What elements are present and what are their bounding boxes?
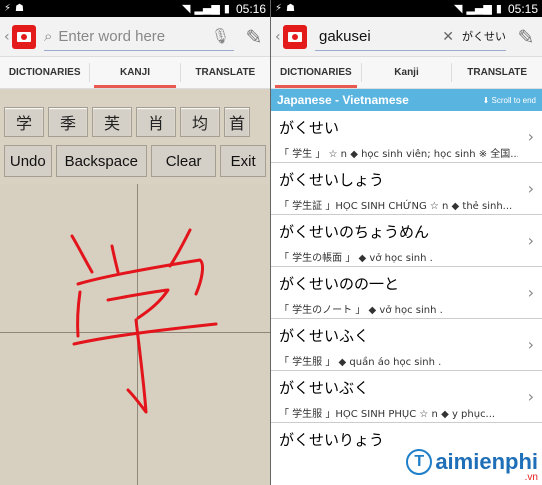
list-item[interactable]: がくせいのちょうめん 「 学生の帳面 」 ◆ vở học sinh . › (271, 215, 542, 267)
entry-meaning: 「 学生のノート 」 ◆ vở học sinh . (279, 305, 443, 316)
list-item[interactable]: がくせいぶく 「 学生服 」HỌC SINH PHỤC ☆ n ◆ y phục… (271, 371, 542, 423)
tab-bar: DICTIONARIES KANJI TRANSLATE (0, 57, 270, 89)
tab-kanji[interactable]: Kanji (362, 57, 452, 88)
tab-bar: DICTIONARIES Kanji TRANSLATE (271, 57, 542, 89)
chevron-right-icon: › (527, 179, 534, 198)
backspace-button[interactable]: Backspace (55, 145, 147, 177)
microphone-icon[interactable]: 🎙︎ (211, 27, 230, 45)
pencil-icon[interactable]: ✎ (242, 25, 266, 49)
chevron-right-icon: › (527, 231, 534, 250)
result-list: がくせい 「 学生 」 ☆ n ◆ học sinh viên; học sin… (271, 111, 542, 475)
search-value: gakusei (319, 27, 371, 45)
clear-search-icon[interactable]: ✕ (442, 28, 454, 45)
list-item[interactable]: がくせいふく 「 学生服 」 ◆ quần áo học sinh . › (271, 319, 542, 371)
search-icon: ⌕ (44, 27, 53, 45)
handwritten-stroke (70, 228, 218, 414)
search-placeholder: Enter word here (58, 27, 166, 45)
scroll-hint-label: Scroll to end (491, 95, 536, 105)
tab-dictionaries[interactable]: DICTIONARIES (271, 57, 361, 88)
handwriting-canvas[interactable] (0, 184, 270, 485)
signal-icon: ▂▄▆ (466, 2, 492, 15)
android-icon: ☗ (15, 3, 24, 14)
list-item[interactable]: がくせいしょう 「 学生証 」HỌC SINH CHỨNG ☆ n ◆ thẻ … (271, 163, 542, 215)
list-item[interactable]: がくせいのの一と 「 学生のノート 」 ◆ vở học sinh . › (271, 267, 542, 319)
chevron-right-icon: › (527, 127, 534, 146)
entry-meaning: 「 学生の帳面 」 ◆ vở học sinh . (279, 253, 433, 264)
exit-button[interactable]: Exit (220, 145, 266, 177)
watermark-logo-icon: T (406, 449, 433, 475)
pencil-icon[interactable]: ✎ (514, 25, 538, 49)
clear-button[interactable]: Clear (150, 145, 217, 177)
entry-meaning: 「 学生服 」HỌC SINH PHỤC ☆ n ◆ y phục... (279, 409, 496, 420)
action-bar: ‹ gakusei ✕ がくせい ✎ (271, 17, 542, 57)
app-logo-icon[interactable] (12, 24, 36, 49)
search-input[interactable]: gakusei ✕ がくせい (315, 23, 506, 51)
scroll-to-end-button[interactable]: ⬇ Scroll to end (483, 96, 536, 105)
tab-dictionaries[interactable]: DICTIONARIES (0, 57, 89, 88)
tab-translate[interactable]: TRANSLATE (452, 57, 542, 88)
list-item[interactable]: がくせい 「 学生 」 ☆ n ◆ học sinh viên; học sin… (271, 111, 542, 163)
back-chevron-icon[interactable]: ‹ (275, 29, 283, 45)
dictionary-title: Japanese - Vietnamese (277, 93, 409, 107)
status-bar: ⚡ ☗ ◥ ▂▄▆ ▮ 05:16 (0, 0, 270, 17)
watermark: T aimienphi .vn (406, 449, 538, 483)
kanji-candidate[interactable]: 学 (4, 107, 44, 137)
battery-icon: ▮ (495, 2, 502, 15)
entry-word: がくせいしょう (279, 171, 385, 189)
entry-word: がくせい (279, 119, 340, 137)
tab-translate[interactable]: TRANSLATE (181, 57, 270, 88)
search-input[interactable]: ⌕ Enter word here 🎙︎ (44, 23, 234, 51)
kanji-candidate[interactable]: 季 (48, 107, 88, 137)
kanji-candidate-row: 学 季 芙 肖 均 首 (0, 89, 270, 137)
search-suggestion: がくせい (462, 31, 506, 43)
watermark-brand: aimienphi (435, 449, 538, 474)
entry-meaning: 「 学生証 」HỌC SINH CHỨNG ☆ n ◆ thẻ sinh... (279, 201, 513, 212)
dictionary-header: Japanese - Vietnamese ⬇ Scroll to end (271, 89, 542, 111)
entry-word: がくせいぶく (279, 379, 370, 397)
kanji-candidate[interactable]: 首 (224, 107, 250, 137)
chevron-right-icon: › (527, 387, 534, 406)
entry-meaning: 「 学生 」 ☆ n ◆ học sinh viên; học sinh ※ 全… (279, 149, 518, 160)
kanji-input-screen: ⚡ ☗ ◥ ▂▄▆ ▮ 05:16 ‹ ⌕ Enter word here 🎙︎… (0, 0, 270, 485)
entry-word: がくせいのの一と (279, 275, 400, 293)
entry-word: がくせいのちょうめん (279, 223, 430, 241)
status-bar: ⚡ ☗ ◥ ▂▄▆ ▮ 05:15 (271, 0, 542, 17)
usb-icon: ⚡ (4, 3, 12, 14)
wifi-icon: ◥ (182, 2, 191, 15)
status-time: 05:15 (507, 1, 538, 16)
command-row: Undo Backspace Clear Exit (0, 137, 270, 177)
kanji-candidate[interactable]: 芙 (92, 107, 132, 137)
android-icon: ☗ (286, 3, 295, 14)
kanji-candidate[interactable]: 肖 (136, 107, 176, 137)
battery-icon: ▮ (223, 2, 230, 15)
action-bar: ‹ ⌕ Enter word here 🎙︎ ✎ (0, 17, 270, 57)
entry-meaning: 「 学生服 」 ◆ quần áo học sinh . (279, 357, 442, 368)
undo-button[interactable]: Undo (4, 145, 52, 177)
wifi-icon: ◥ (454, 2, 463, 15)
usb-icon: ⚡ (275, 3, 283, 14)
entry-word: がくせいりょう (279, 431, 385, 449)
back-chevron-icon[interactable]: ‹ (4, 29, 12, 45)
app-logo-icon[interactable] (283, 24, 307, 49)
status-time: 05:16 (235, 1, 266, 16)
entry-word: がくせいふく (279, 327, 370, 345)
watermark-domain: .vn (524, 472, 538, 483)
chevron-right-icon: › (527, 335, 534, 354)
signal-icon: ▂▄▆ (194, 2, 220, 15)
dictionary-results-screen: ⚡ ☗ ◥ ▂▄▆ ▮ 05:15 ‹ gakusei ✕ がくせい ✎ DIC… (271, 0, 542, 485)
chevron-right-icon: › (527, 283, 534, 302)
kanji-candidate[interactable]: 均 (180, 107, 220, 137)
tab-kanji[interactable]: KANJI (90, 57, 179, 88)
arrow-down-icon: ⬇ (482, 95, 490, 105)
